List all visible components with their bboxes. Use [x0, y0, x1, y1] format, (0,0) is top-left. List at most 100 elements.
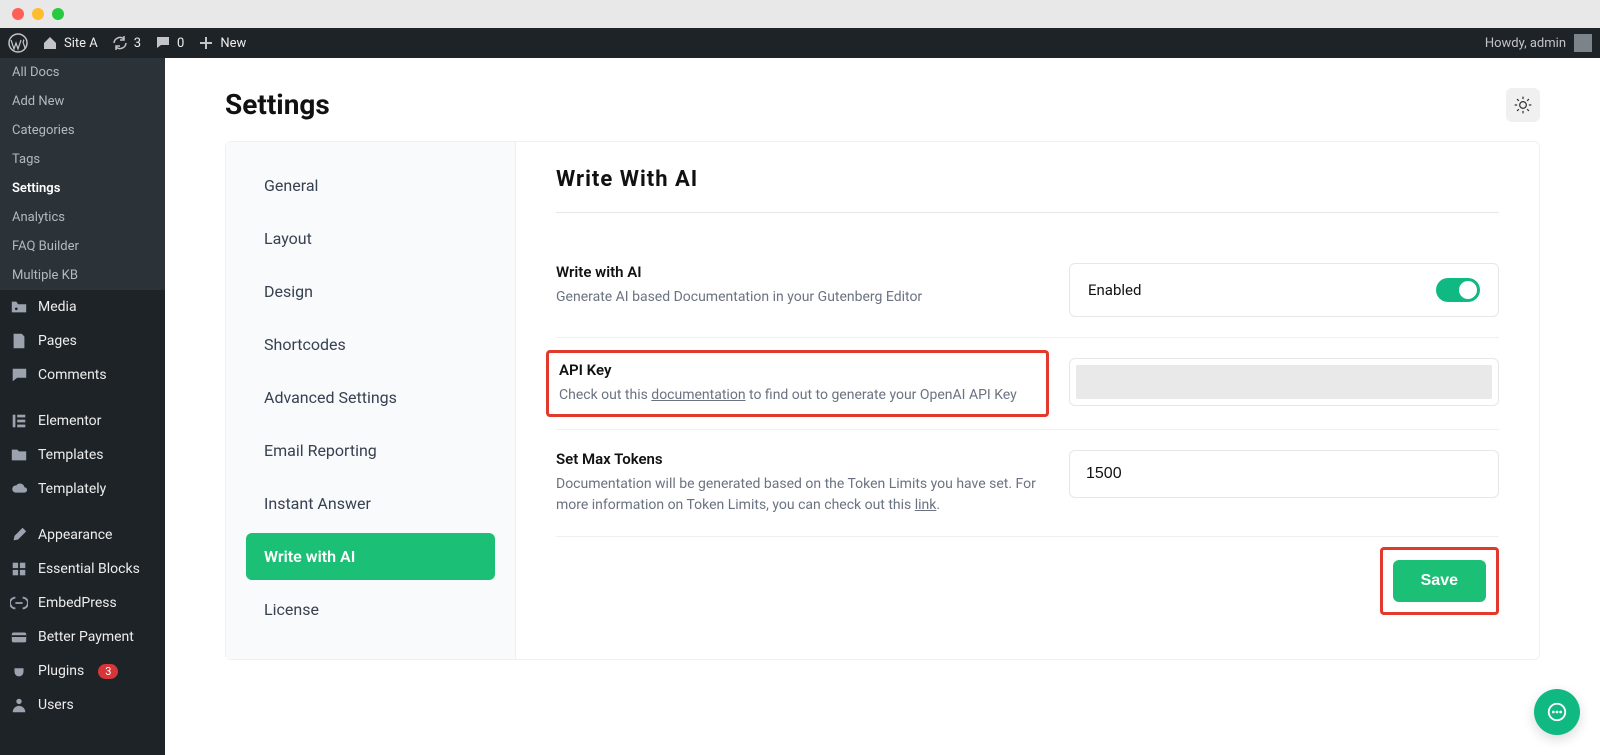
chat-fab[interactable] [1534, 689, 1580, 735]
wp-sidebar-item-label: Templately [38, 481, 106, 497]
settings-tab[interactable]: Instant Answer [246, 480, 495, 527]
wp-submenu-item[interactable]: All Docs [0, 58, 165, 87]
wp-submenu-item[interactable]: Multiple KB [0, 261, 165, 290]
mac-window-chrome [0, 0, 1600, 28]
wp-sidebar: All DocsAdd NewCategoriesTagsSettingsAna… [0, 58, 165, 755]
badge: 3 [98, 664, 118, 679]
new-label: New [220, 36, 246, 51]
api-key-input[interactable] [1069, 358, 1499, 406]
wp-sidebar-item-label: Appearance [38, 527, 112, 543]
wp-sidebar-item-label: Users [38, 697, 74, 713]
wp-sidebar-item[interactable]: Media [0, 290, 165, 324]
wp-submenu-item[interactable]: Settings [0, 174, 165, 203]
setting-row-write-ai: Write with AI Generate AI based Document… [556, 243, 1499, 338]
site-name-label: Site A [64, 36, 98, 51]
updates-count: 3 [134, 36, 141, 51]
adminbar-new[interactable]: New [198, 35, 246, 51]
settings-tab[interactable]: Design [246, 268, 495, 315]
page-title: Settings [225, 88, 1540, 121]
sun-icon [1513, 95, 1533, 115]
wp-logo[interactable] [8, 33, 28, 53]
wp-sidebar-item[interactable]: Comments [0, 358, 165, 392]
panel-title: Write With AI [556, 167, 1499, 192]
adminbar-updates[interactable]: 3 [112, 35, 141, 51]
settings-panel: Write With AI Write with AI Generate AI … [516, 142, 1539, 659]
theme-toggle[interactable] [1506, 88, 1540, 122]
comments-icon [10, 366, 28, 384]
settings-tab[interactable]: Email Reporting [246, 427, 495, 474]
plus-icon [198, 35, 214, 51]
wp-sidebar-item[interactable]: Essential Blocks [0, 552, 165, 586]
save-row: Save [556, 547, 1499, 615]
cloud-icon [10, 480, 28, 498]
wp-sidebar-item-label: Better Payment [38, 629, 134, 645]
comments-count: 0 [177, 36, 184, 51]
wp-sidebar-item-label: Media [38, 299, 77, 315]
avatar [1574, 34, 1592, 52]
settings-tab[interactable]: Layout [246, 215, 495, 262]
refresh-icon [112, 35, 128, 51]
wp-sidebar-item-label: Comments [38, 367, 107, 383]
settings-tab[interactable]: General [246, 162, 495, 209]
max-tokens-input[interactable] [1069, 450, 1499, 498]
api-key-doc-link[interactable]: documentation [651, 387, 745, 403]
embed-icon [10, 594, 28, 612]
wp-sidebar-item-label: Pages [38, 333, 77, 349]
mac-minimize-dot[interactable] [32, 8, 44, 20]
blocks-icon [10, 560, 28, 578]
settings-tab[interactable]: Shortcodes [246, 321, 495, 368]
save-button[interactable]: Save [1393, 560, 1486, 602]
mac-zoom-dot[interactable] [52, 8, 64, 20]
home-icon [42, 35, 58, 51]
api-key-redacted [1076, 365, 1492, 399]
api-key-label: API Key [559, 361, 1036, 379]
settings-tab[interactable]: Advanced Settings [246, 374, 495, 421]
folder-icon [10, 446, 28, 464]
write-ai-toggle[interactable] [1436, 278, 1480, 302]
max-tokens-link[interactable]: link [915, 497, 937, 513]
save-highlight: Save [1380, 547, 1499, 615]
adminbar-comments[interactable]: 0 [155, 35, 184, 51]
settings-tab[interactable]: License [246, 586, 495, 633]
wp-sidebar-item-label: Plugins [38, 663, 84, 679]
wp-sidebar-item[interactable]: Templates [0, 438, 165, 472]
api-key-desc-pre: Check out this [559, 387, 651, 403]
wp-sidebar-item[interactable]: Plugins 3 [0, 654, 165, 688]
chat-icon [1546, 701, 1568, 723]
wp-submenu-item[interactable]: Tags [0, 145, 165, 174]
wp-sidebar-item[interactable]: Elementor [0, 404, 165, 438]
wp-sidebar-item[interactable]: EmbedPress [0, 586, 165, 620]
api-key-highlight: API Key Check out this documentation to … [546, 350, 1049, 417]
settings-tabs: General Layout Design Shortcodes Advanced Se… [226, 142, 516, 659]
main-content: Settings General Layout Design Shortcodes Ad… [165, 58, 1600, 755]
wp-submenu-item[interactable]: Analytics [0, 203, 165, 232]
howdy-label: Howdy, admin [1485, 36, 1566, 51]
wp-submenu-item[interactable]: Categories [0, 116, 165, 145]
wp-sidebar-item[interactable]: Better Payment [0, 620, 165, 654]
elementor-icon [10, 412, 28, 430]
max-tokens-desc: Documentation will be generated based on… [556, 474, 1039, 516]
settings-tab[interactable]: Write with AI [246, 533, 495, 580]
wp-sidebar-item[interactable]: Pages [0, 324, 165, 358]
panel-divider [556, 212, 1499, 213]
api-key-desc-post: to find out to generate your OpenAI API … [746, 387, 1017, 403]
wp-sidebar-item-label: Essential Blocks [38, 561, 140, 577]
media-icon [10, 298, 28, 316]
wp-sidebar-item[interactable]: Appearance [0, 518, 165, 552]
max-tokens-label: Set Max Tokens [556, 450, 1039, 468]
plug-icon [10, 662, 28, 680]
adminbar-site-name[interactable]: Site A [42, 35, 98, 51]
toggle-label: Enabled [1088, 281, 1141, 299]
setting-row-max-tokens: Set Max Tokens Documentation will be gen… [556, 430, 1499, 537]
wp-submenu-item[interactable]: Add New [0, 87, 165, 116]
wp-admin-bar: Site A 3 0 New Howdy, admin [0, 28, 1600, 58]
mac-close-dot[interactable] [12, 8, 24, 20]
api-key-desc: Check out this documentation to find out… [559, 385, 1036, 406]
wp-sidebar-item[interactable]: Users [0, 688, 165, 722]
comment-icon [155, 35, 171, 51]
wp-sidebar-item[interactable]: Templately [0, 472, 165, 506]
wp-sidebar-item-label: Elementor [38, 413, 101, 429]
write-ai-label: Write with AI [556, 263, 1039, 281]
adminbar-account[interactable]: Howdy, admin [1485, 34, 1592, 52]
wp-submenu-item[interactable]: FAQ Builder [0, 232, 165, 261]
